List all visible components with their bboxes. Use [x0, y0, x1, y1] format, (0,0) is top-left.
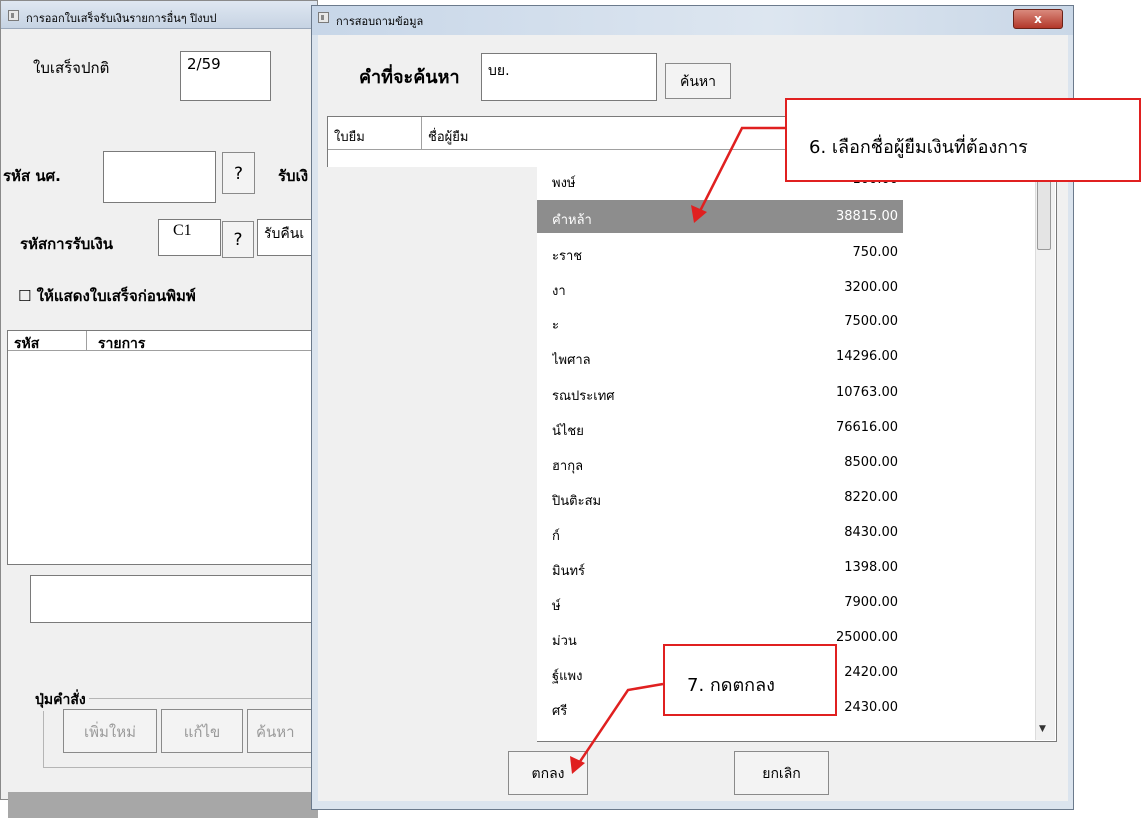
arrow-step7 — [575, 682, 664, 767]
arrowhead-step6-icon — [691, 205, 707, 223]
callout-arrows — [570, 126, 785, 774]
arrow-step6 — [696, 126, 785, 216]
